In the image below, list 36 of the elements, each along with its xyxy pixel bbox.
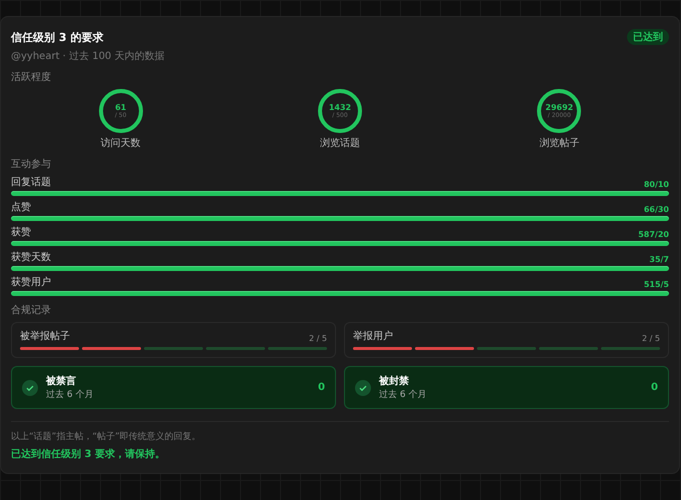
metric-label: 回复话题 [11,176,51,189]
metric-label: 点赞 [11,200,31,214]
metric-reading: 35/7 [649,255,669,264]
report-count: 2 / 5 [642,334,660,343]
metric-reading: 515/5 [644,280,669,289]
status-title: 被禁言 [46,374,77,388]
ring-value: 29692 [545,103,574,112]
metric-reading: 80/10 [644,180,669,189]
card-title: 信任级别 3 的要求 [11,30,104,44]
report-label: 举报用户 [353,330,393,343]
ring-label: 浏览帖子 [539,136,580,150]
status-value: 0 [651,382,658,393]
ring-label: 访问天数 [100,136,141,150]
section-label: 合规记录 [11,304,52,317]
metric-label: 获赞用户 [11,276,51,289]
subtitle: @yyheart · 过去 100 天内的数据 [11,50,166,63]
status-period: 过去 6 个月 [46,388,94,401]
result-message: 已达到信任级别 3 要求，请保持。 [11,448,166,461]
metric-label: 获赞天数 [11,250,51,264]
report-count: 2 / 5 [309,334,327,343]
status-value: 0 [318,382,325,393]
metric-reading: 66/30 [644,205,669,214]
footnote: 以上“话题”指主帖，“帖子”即传统意义的回复。 [11,430,202,443]
ring-value: 1432 [328,103,352,112]
metric-reading: 587/20 [638,230,669,239]
status-title: 被封禁 [379,374,410,388]
metric-label: 获赞 [11,226,31,239]
check-icon [22,380,38,396]
section-label: 互动参与 [11,158,52,171]
check-icon [355,380,371,396]
ring-label: 浏览话题 [320,136,360,150]
report-label: 被举报帖子 [20,330,70,343]
ring-value: 61 [115,103,126,112]
status-period: 过去 6 个月 [379,388,428,401]
status-badge: 已达到 [627,29,669,45]
section-label: 活跃程度 [11,70,52,84]
